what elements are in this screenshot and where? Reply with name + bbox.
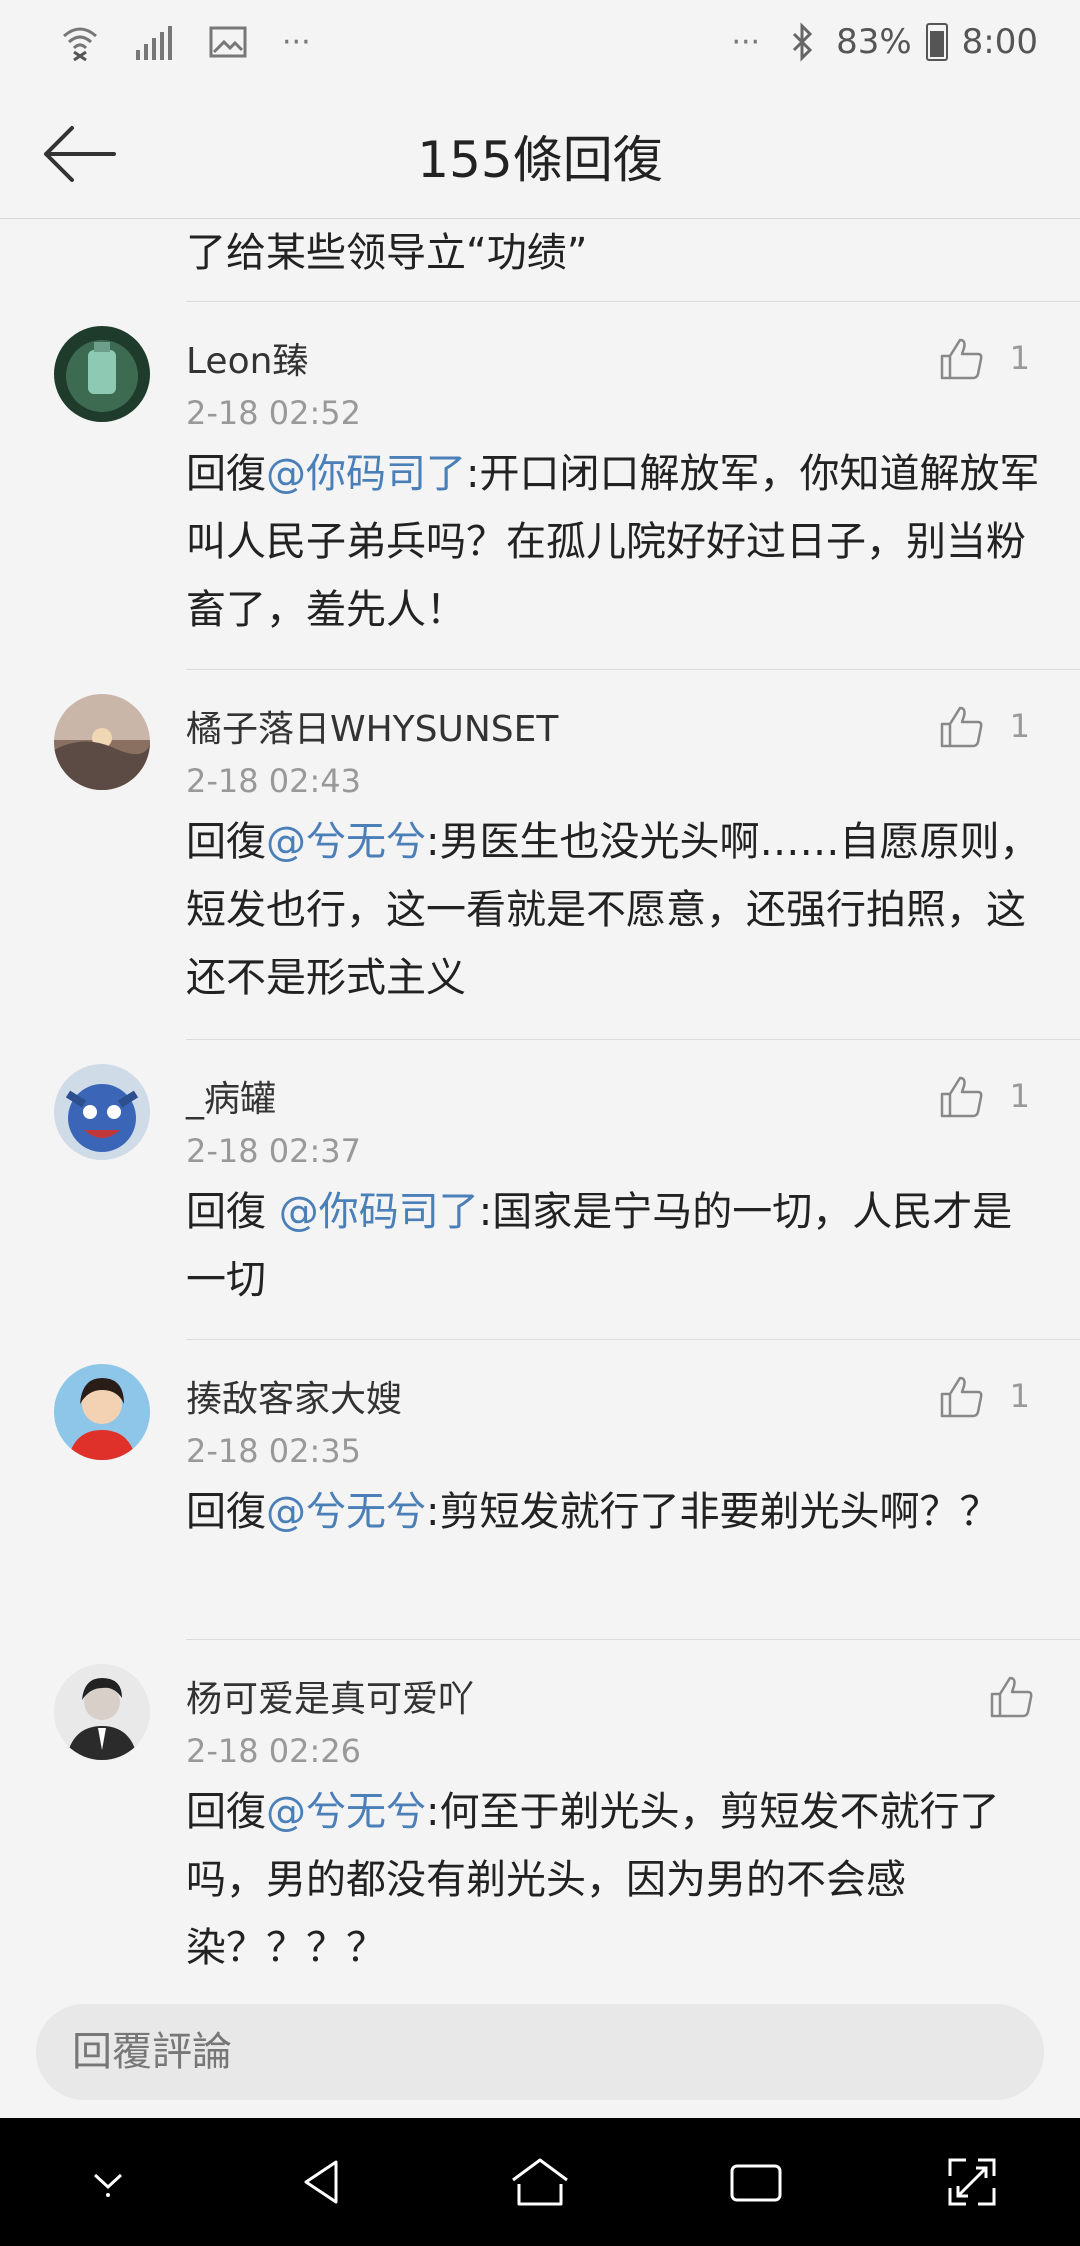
avatar[interactable] [54, 1064, 150, 1160]
reply-prefix: 回復 [186, 819, 266, 865]
comment-body: 回復@兮无兮:剪短发就行了非要剃光头啊？？ [186, 1478, 1040, 1546]
battery-percent: 83% [836, 22, 912, 62]
like-count: 1 [1009, 1377, 1030, 1415]
more-icon: ··· [731, 24, 761, 60]
mention-link[interactable]: @兮无兮 [266, 819, 426, 865]
like-count: 1 [1009, 339, 1030, 377]
username[interactable]: 杨可爱是真可爱吖 [186, 1670, 474, 1722]
status-bar: ··· ··· 83% 8:00 [0, 0, 1080, 90]
thumbs-up-icon [990, 1676, 1033, 1718]
hide-keyboard-button[interactable] [73, 2147, 143, 2217]
app-root: ··· ··· 83% 8:00 155條回復 了给某些领导立“功绩” Leon… [0, 0, 1080, 2246]
mention-link[interactable]: @兮无兮 [266, 1489, 426, 1535]
chevron-down-icon [93, 2173, 123, 2197]
nav-recents-button[interactable] [721, 2147, 791, 2217]
nav-home-button[interactable] [505, 2147, 575, 2217]
comment-time: 2-18 02:43 [186, 762, 362, 800]
comment-body: 回復@你码司了:开口闭口解放军，你知道解放军叫人民子弟兵吗？在孤儿院好好过日子，… [186, 440, 1040, 644]
recents-icon [730, 2164, 782, 2202]
avatar[interactable] [54, 1664, 150, 1760]
navigation-bar [0, 2118, 1080, 2246]
status-time: 8:00 [961, 22, 1038, 62]
image-icon [208, 22, 248, 62]
mention-link[interactable]: @你码司了 [266, 451, 466, 497]
comment-list[interactable]: 了给某些领导立“功绩” Leon臻 2-18 02:52 1 回復@你码司了:开… [0, 219, 1080, 1984]
comment-item[interactable]: Leon臻 2-18 02:52 1 回復@你码司了:开口闭口解放军，你知道解放… [0, 302, 1080, 670]
battery-icon [925, 23, 948, 61]
comment-body: 回復 @你码司了:国家是宁马的一切，人民才是一切 [186, 1178, 1040, 1314]
reply-prefix: 回復 [186, 1189, 279, 1235]
more-icon: ··· [282, 24, 311, 60]
avatar[interactable] [54, 694, 150, 790]
username[interactable]: Leon臻 [186, 332, 308, 384]
comment-item[interactable]: 杨可爱是真可爱吖 2-18 02:26 回復@兮无兮:何至于剃光头，剪短发不就行… [0, 1640, 1080, 1984]
comment-body: 回復@兮无兮:何至于剃光头，剪短发不就行了吗，男的都没有剃光头，因为男的不会感染… [186, 1778, 1040, 1982]
app-bar: 155條回復 [0, 90, 1080, 219]
like-button[interactable] [988, 1672, 1060, 1720]
reply-prefix: 回復 [186, 1789, 266, 1835]
avatar[interactable] [54, 326, 150, 422]
comment-time: 2-18 02:26 [186, 1732, 362, 1770]
comment-item[interactable]: 橘子落日WHYSUNSET 2-18 02:43 1 回復@兮无兮:男医生也没光… [0, 670, 1080, 1040]
username[interactable]: 揍敌客家大嫂 [186, 1370, 402, 1422]
thumbs-up-icon [940, 706, 983, 748]
like-button[interactable]: 1 [938, 1372, 1030, 1420]
page-title: 155條回復 [417, 131, 663, 189]
like-button[interactable]: 1 [938, 1072, 1030, 1120]
comment-time: 2-18 02:37 [186, 1132, 362, 1170]
thumbs-up-icon [940, 338, 983, 380]
thumbs-up-icon [940, 1076, 983, 1118]
comment-text: :剪短发就行了非要剃光头啊？？ [426, 1489, 1000, 1535]
mention-link[interactable]: @兮无兮 [266, 1789, 426, 1835]
nav-expand-button[interactable] [937, 2147, 1007, 2217]
signal-icon [134, 22, 174, 62]
mention-link[interactable]: @你码司了 [279, 1189, 479, 1235]
comment-body: 回復@兮无兮:男医生也没光头啊……自愿原则，短发也行，这一看就是不愿意，还强行拍… [186, 808, 1040, 1012]
like-button[interactable]: 1 [938, 702, 1030, 750]
wifi-icon [60, 22, 100, 62]
bluetooth-icon [782, 22, 822, 62]
nav-back-button[interactable] [289, 2147, 359, 2217]
username[interactable]: _病罐 [186, 1070, 276, 1122]
comment-item[interactable]: 揍敌客家大嫂 2-18 02:35 1 回復@兮无兮:剪短发就行了非要剃光头啊？… [0, 1340, 1080, 1640]
avatar[interactable] [54, 1364, 150, 1460]
comment-time: 2-18 02:52 [186, 394, 362, 432]
thumbs-up-icon [940, 1376, 983, 1418]
reply-prefix: 回復 [186, 451, 266, 497]
previous-comment-tail: 了给某些领导立“功绩” [186, 219, 1080, 302]
home-icon [512, 2158, 568, 2206]
username[interactable]: 橘子落日WHYSUNSET [186, 700, 558, 752]
expand-icon [948, 2158, 996, 2206]
like-count: 1 [1009, 1077, 1030, 1115]
like-count: 1 [1009, 707, 1030, 745]
comment-time: 2-18 02:35 [186, 1432, 362, 1470]
comment-item[interactable]: _病罐 2-18 02:37 1 回復 @你码司了:国家是宁马的一切，人民才是一… [0, 1040, 1080, 1340]
reply-prefix: 回復 [186, 1489, 266, 1535]
back-triangle-icon [304, 2160, 338, 2204]
reply-bar [0, 1984, 1080, 2118]
reply-input[interactable] [36, 2004, 1044, 2100]
like-button[interactable]: 1 [938, 334, 1030, 382]
